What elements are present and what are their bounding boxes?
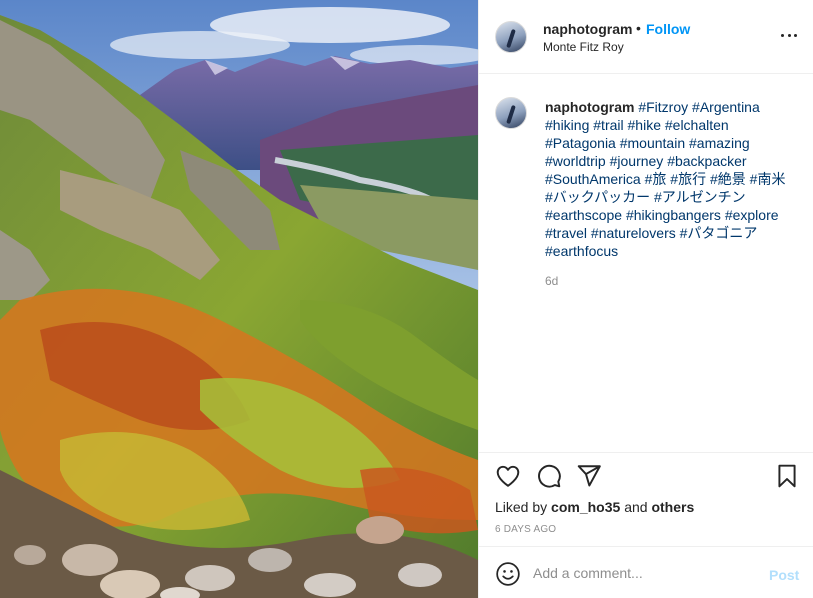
hashtag-link[interactable]: #earthfocus bbox=[545, 243, 618, 259]
likes-joiner: and bbox=[624, 499, 648, 515]
likes-user-link[interactable]: com_ho35 bbox=[551, 499, 620, 515]
hashtag-link[interactable]: #Patagonia bbox=[545, 135, 616, 151]
hashtag-link[interactable]: #旅行 bbox=[670, 171, 706, 187]
caption-text: naphotogram #Fitzroy #Argentina #hiking … bbox=[545, 98, 795, 260]
header-username[interactable]: naphotogram bbox=[543, 21, 632, 37]
smiley-icon[interactable] bbox=[495, 561, 521, 587]
hashtag-link[interactable]: #hike bbox=[628, 117, 661, 133]
action-bar: Liked by com_ho35 and others 6 DAYS AGO bbox=[479, 452, 813, 546]
hashtag-link[interactable]: #backpacker bbox=[667, 153, 746, 169]
comment-bar: Post bbox=[479, 546, 813, 598]
bookmark-icon[interactable] bbox=[774, 463, 800, 489]
hashtag-link[interactable]: #naturelovers bbox=[591, 225, 676, 241]
post-photo[interactable] bbox=[0, 0, 478, 598]
hashtag-link[interactable]: #amazing bbox=[689, 135, 750, 151]
hashtag-link[interactable]: #hikingbangers bbox=[626, 207, 721, 223]
hashtag-link[interactable]: #explore bbox=[725, 207, 779, 223]
post-container: naphotogram • Follow Monte Fitz Roy naph… bbox=[0, 0, 813, 598]
hashtag-link[interactable]: #バックパッカー bbox=[545, 189, 650, 205]
hashtag-link[interactable]: #earthscope bbox=[545, 207, 622, 223]
hashtag-link[interactable]: #SouthAmerica bbox=[545, 171, 641, 187]
post-comment-button[interactable]: Post bbox=[769, 567, 799, 583]
landscape-photo bbox=[0, 0, 478, 598]
caption-username[interactable]: naphotogram bbox=[545, 99, 634, 115]
hashtag-link[interactable]: #旅 bbox=[645, 171, 667, 187]
likes-prefix: Liked by bbox=[495, 499, 548, 515]
caption-section: naphotogram #Fitzroy #Argentina #hiking … bbox=[479, 74, 813, 452]
hashtag-link[interactable]: #trail bbox=[593, 117, 623, 133]
hashtag-link[interactable]: #travel bbox=[545, 225, 587, 241]
hashtag-link[interactable]: #worldtrip bbox=[545, 153, 606, 169]
location-link[interactable]: Monte Fitz Roy bbox=[543, 40, 624, 54]
header-separator: • bbox=[636, 20, 641, 36]
paper-plane-icon[interactable] bbox=[576, 463, 602, 489]
hashtag-link[interactable]: #パタゴニア bbox=[680, 225, 758, 241]
hashtag-link[interactable]: #mountain bbox=[620, 135, 685, 151]
hashtag-link[interactable]: #南米 bbox=[750, 171, 786, 187]
likes-others-link[interactable]: others bbox=[651, 499, 694, 515]
post-timestamp[interactable]: 6 DAYS AGO bbox=[495, 524, 556, 535]
post-header: naphotogram • Follow Monte Fitz Roy bbox=[479, 0, 813, 74]
post-sidebar: naphotogram • Follow Monte Fitz Roy naph… bbox=[478, 0, 813, 598]
hashtag-link[interactable]: #elchalten bbox=[665, 117, 729, 133]
comment-input[interactable] bbox=[533, 561, 763, 585]
hashtag-link[interactable]: #journey bbox=[610, 153, 664, 169]
hashtag-link[interactable]: #アルゼンチン bbox=[654, 189, 746, 205]
hashtag-link[interactable]: #Fitzroy bbox=[638, 99, 688, 115]
avatar[interactable] bbox=[495, 21, 527, 53]
follow-button[interactable]: Follow bbox=[646, 21, 690, 37]
comment-icon[interactable] bbox=[536, 463, 562, 489]
heart-icon[interactable] bbox=[495, 463, 521, 489]
hashtag-link[interactable]: #Argentina bbox=[692, 99, 760, 115]
hashtag-link[interactable]: #絶景 bbox=[710, 171, 746, 187]
likes-summary: Liked by com_ho35 and others bbox=[495, 499, 694, 515]
hashtag-link[interactable]: #hiking bbox=[545, 117, 589, 133]
more-dots-icon[interactable] bbox=[781, 30, 797, 40]
caption-time[interactable]: 6d bbox=[545, 274, 558, 288]
caption-avatar[interactable] bbox=[495, 97, 527, 129]
